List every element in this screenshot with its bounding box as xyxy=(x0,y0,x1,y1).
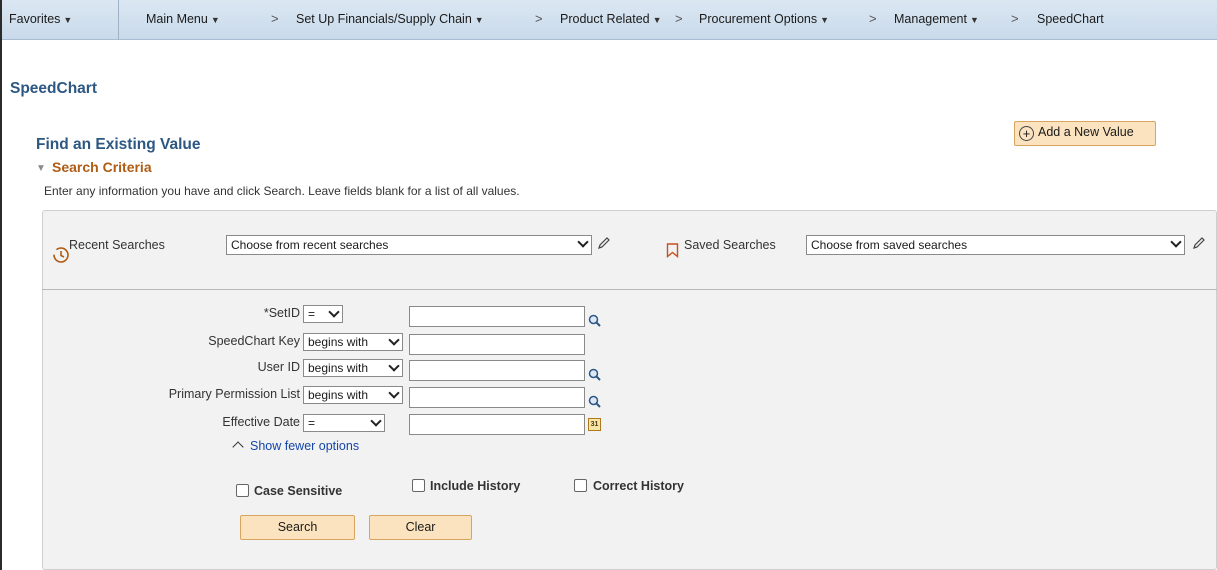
lookup-search-icon[interactable] xyxy=(588,395,601,408)
case-sensitive-checkbox[interactable] xyxy=(236,484,249,497)
calendar-icon[interactable]: 31 xyxy=(588,418,601,431)
page-title: SpeedChart xyxy=(10,80,97,97)
chevron-down-icon xyxy=(388,387,400,399)
speedchart-key-label: SpeedChart Key xyxy=(208,334,300,348)
breadcrumb-separator: > xyxy=(869,11,877,26)
setid-operator-value: = xyxy=(308,307,316,321)
setid-operator-select[interactable]: = xyxy=(303,305,343,323)
nav-procurement-options-label: Procurement Options xyxy=(699,12,818,26)
effective-date-operator-select[interactable]: = xyxy=(303,414,385,432)
caret-down-icon: ▼ xyxy=(474,15,484,25)
add-circle-icon: + xyxy=(1019,126,1034,141)
include-history-checkbox[interactable] xyxy=(412,479,425,492)
setid-label: *SetID xyxy=(263,306,300,320)
breadcrumb-separator: > xyxy=(271,11,279,26)
add-new-value-label: Add a New Value xyxy=(1038,125,1134,139)
primary-permission-list-operator-value: begins with xyxy=(308,388,369,402)
chevron-up-icon xyxy=(232,441,244,453)
show-fewer-options-link[interactable]: Show fewer options xyxy=(232,439,360,453)
saved-searches-value: Choose from saved searches xyxy=(811,238,968,252)
search-criteria-heading[interactable]: Search Criteria xyxy=(52,159,152,175)
nav-product-related[interactable]: Product Related ▼ xyxy=(560,12,662,26)
nav-speedchart[interactable]: SpeedChart xyxy=(1037,12,1104,26)
chevron-down-icon xyxy=(1170,236,1182,248)
history-icon xyxy=(53,247,69,263)
correct-history-label: Correct History xyxy=(593,479,684,493)
window-left-edge xyxy=(0,0,2,570)
speedchart-key-operator-select[interactable]: begins with xyxy=(303,333,403,351)
caret-down-icon: ▼ xyxy=(652,15,662,25)
nav-setup-financials[interactable]: Set Up Financials/Supply Chain ▼ xyxy=(296,12,484,26)
breadcrumb-separator: > xyxy=(675,11,683,26)
user-id-label: User ID xyxy=(257,360,300,374)
saved-searches-select[interactable]: Choose from saved searches xyxy=(806,235,1185,255)
recent-searches-select[interactable]: Choose from recent searches xyxy=(226,235,592,255)
panel-divider xyxy=(42,289,1217,290)
setid-input[interactable] xyxy=(409,306,585,327)
breadcrumb-separator: > xyxy=(535,11,543,26)
speedchart-key-operator-value: begins with xyxy=(308,335,369,349)
effective-date-input[interactable] xyxy=(409,414,585,435)
clear-button[interactable]: Clear xyxy=(369,515,472,540)
recent-searches-value: Choose from recent searches xyxy=(231,238,389,252)
user-id-operator-value: begins with xyxy=(308,361,369,375)
bookmark-icon xyxy=(666,243,679,258)
show-fewer-options-label: Show fewer options xyxy=(250,439,360,453)
nav-main-menu[interactable]: Main Menu ▼ xyxy=(146,12,220,26)
recent-searches-label: Recent Searches xyxy=(69,238,165,252)
chevron-down-icon xyxy=(388,360,400,372)
primary-permission-list-input[interactable] xyxy=(409,387,585,408)
include-history-label: Include History xyxy=(430,479,521,493)
correct-history-checkbox[interactable] xyxy=(574,479,587,492)
caret-down-icon: ▼ xyxy=(63,15,73,25)
collapse-triangle-icon[interactable]: ▼ xyxy=(36,163,46,174)
nav-favorites-label: Favorites xyxy=(9,12,61,26)
edit-pencil-icon[interactable] xyxy=(597,236,611,250)
caret-down-icon: ▼ xyxy=(210,15,220,25)
effective-date-label: Effective Date xyxy=(222,415,300,429)
chevron-down-icon xyxy=(577,236,589,248)
chevron-down-icon xyxy=(388,334,400,346)
caret-down-icon: ▼ xyxy=(969,15,979,25)
nav-favorites[interactable]: Favorites ▼ xyxy=(9,12,72,26)
search-button[interactable]: Search xyxy=(240,515,355,540)
navigation-bar: Favorites ▼ Main Menu ▼ > Set Up Financial… xyxy=(2,0,1217,40)
case-sensitive-label: Case Sensitive xyxy=(254,484,343,498)
nav-procurement-options[interactable]: Procurement Options ▼ xyxy=(699,12,829,26)
add-new-value-button[interactable]: + Add a New Value xyxy=(1014,121,1156,146)
primary-permission-list-operator-select[interactable]: begins with xyxy=(303,386,403,404)
effective-date-operator-value: = xyxy=(308,416,316,430)
saved-searches-label: Saved Searches xyxy=(684,238,776,252)
nav-setup-financials-label: Set Up Financials/Supply Chain xyxy=(296,12,472,26)
speedchart-key-input[interactable] xyxy=(409,334,585,355)
caret-down-icon: ▼ xyxy=(820,15,830,25)
nav-main-menu-label: Main Menu xyxy=(146,12,208,26)
lookup-search-icon[interactable] xyxy=(588,368,601,381)
breadcrumb-separator: > xyxy=(1011,11,1019,26)
edit-pencil-icon[interactable] xyxy=(1192,236,1206,250)
nav-product-related-label: Product Related xyxy=(560,12,650,26)
find-existing-value-heading: Find an Existing Value xyxy=(36,136,201,153)
chevron-down-icon xyxy=(370,415,382,427)
primary-permission-list-label: Primary Permission List xyxy=(168,387,300,401)
nav-management-label: Management xyxy=(894,12,967,26)
user-id-input[interactable] xyxy=(409,360,585,381)
search-instructions: Enter any information you have and click… xyxy=(44,184,520,198)
chevron-down-icon xyxy=(328,306,340,318)
lookup-search-icon[interactable] xyxy=(588,314,601,327)
user-id-operator-select[interactable]: begins with xyxy=(303,359,403,377)
nav-management[interactable]: Management ▼ xyxy=(894,12,979,26)
nav-divider xyxy=(118,0,119,40)
